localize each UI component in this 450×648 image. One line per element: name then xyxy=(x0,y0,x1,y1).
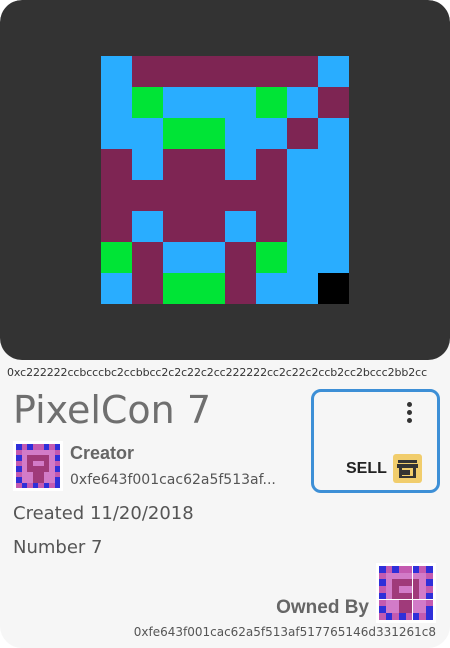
pixelcon-card: 0xc222222ccbcccbc2ccbbcc2c2c22c2cc222222… xyxy=(0,0,450,648)
created-date: Created 11/20/2018 xyxy=(13,503,194,524)
owner-address[interactable]: 0xfe643f001cac62a5f513af517765146d331261… xyxy=(134,625,436,639)
creator-avatar[interactable] xyxy=(13,441,63,491)
sell-button[interactable]: SELL xyxy=(346,454,422,483)
creator-address[interactable]: 0xfe643f001cac62a5f513af... xyxy=(70,472,276,488)
pixelcon-artwork-panel xyxy=(0,0,450,360)
sell-label: SELL xyxy=(346,459,387,477)
owned-by-label: Owned By xyxy=(276,597,369,618)
store-icon xyxy=(392,454,422,483)
owner-avatar[interactable] xyxy=(376,563,436,623)
action-panel: SELL xyxy=(311,389,440,493)
more-vert-icon[interactable] xyxy=(405,402,413,428)
creator-label: Creator xyxy=(70,443,135,463)
pixelcon-artwork xyxy=(101,56,349,304)
pixelcon-hex-id: 0xc222222ccbcccbc2ccbbcc2c2c22c2cc222222… xyxy=(7,366,428,379)
pixelcon-number: Number 7 xyxy=(13,537,103,558)
page-title: PixelCon 7 xyxy=(13,388,212,432)
